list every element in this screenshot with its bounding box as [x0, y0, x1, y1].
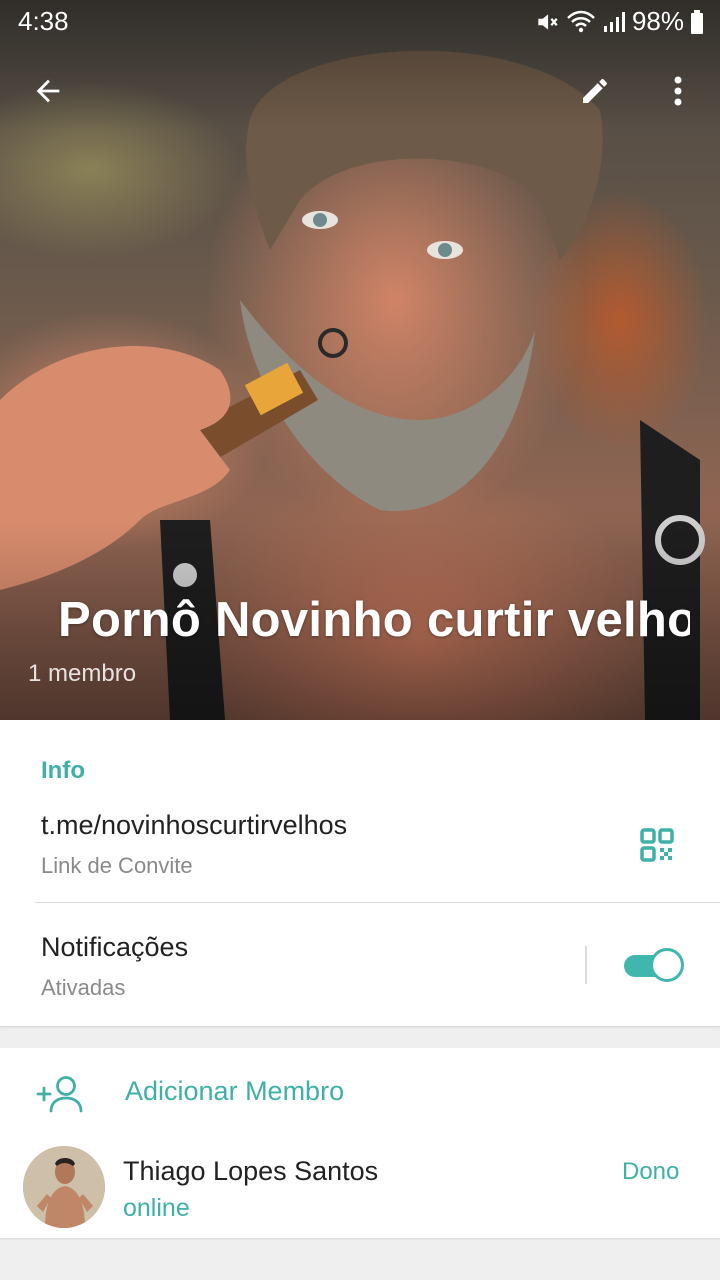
member-status: online: [123, 1194, 190, 1222]
notifications-separator: [585, 946, 587, 984]
pencil-icon: [583, 79, 607, 103]
more-options-button[interactable]: [650, 63, 706, 119]
notifications-status: Ativadas: [41, 975, 126, 1000]
qr-code-icon: [640, 828, 674, 862]
info-card: Info t.me/novinhoscurtirvelhos Link de C…: [0, 720, 720, 1026]
wifi-icon: [567, 10, 595, 32]
mute-icon: [538, 13, 558, 30]
group-info-screen: 4:38 98% Pornô Novinho curtir velhos 1 m…: [0, 0, 720, 1280]
member-row[interactable]: Thiago Lopes Santos online Dono: [0, 1136, 720, 1238]
arrow-back-icon: [36, 79, 60, 103]
group-title: Pornô Novinho curtir velhos: [58, 593, 690, 647]
edit-button[interactable]: [567, 63, 623, 119]
add-member-label: Adicionar Membro: [125, 1076, 345, 1106]
info-divider: [35, 902, 720, 903]
status-icons: 98%: [534, 6, 704, 37]
member-role-badge: Dono: [622, 1158, 680, 1185]
status-bar: 4:38 98%: [0, 0, 720, 44]
info-section-title: Info: [41, 757, 85, 784]
avatar[interactable]: [23, 1146, 105, 1228]
status-time: 4:38: [18, 6, 69, 36]
invite-link-label: Link de Convite: [41, 853, 193, 878]
battery-percent: 98%: [631, 6, 684, 36]
back-button[interactable]: [20, 63, 76, 119]
add-member-button[interactable]: Adicionar Membro: [0, 1048, 720, 1136]
member-photo: [23, 1146, 105, 1228]
battery-icon: [691, 9, 703, 34]
member-name: Thiago Lopes Santos: [123, 1156, 379, 1186]
group-photo-header[interactable]: 4:38 98% Pornô Novinho curtir velhos 1 m…: [0, 0, 720, 720]
more-vertical-icon: [674, 76, 682, 106]
notifications-label[interactable]: Notificações: [41, 932, 188, 963]
invite-link[interactable]: t.me/novinhoscurtirvelhos: [41, 810, 347, 841]
qr-code-button[interactable]: [632, 820, 682, 870]
add-person-icon: [36, 1076, 83, 1113]
toggle-knob: [650, 948, 684, 982]
signal-icon: [603, 11, 625, 32]
members-card: Adicionar Membro Thiago Lopes Santos onl…: [0, 1048, 720, 1238]
notifications-toggle[interactable]: [622, 948, 684, 982]
member-count: 1 membro: [28, 660, 137, 687]
